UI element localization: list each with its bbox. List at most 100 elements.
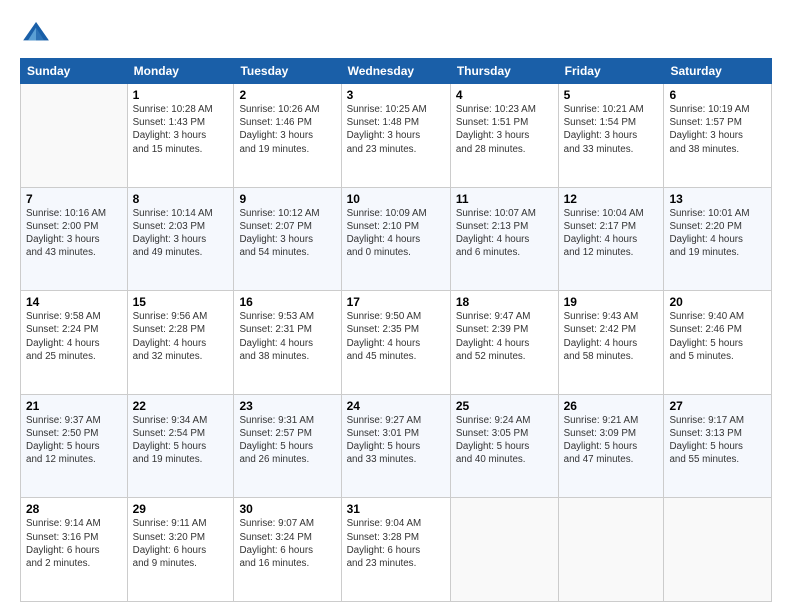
calendar-dow-friday: Friday xyxy=(558,59,664,84)
day-info: Sunrise: 9:11 AM Sunset: 3:20 PM Dayligh… xyxy=(133,517,229,570)
header xyxy=(20,18,772,50)
day-info: Sunrise: 10:28 AM Sunset: 1:43 PM Daylig… xyxy=(133,103,229,156)
day-number: 16 xyxy=(239,295,335,309)
calendar-cell: 3Sunrise: 10:25 AM Sunset: 1:48 PM Dayli… xyxy=(341,84,450,188)
calendar-cell: 24Sunrise: 9:27 AM Sunset: 3:01 PM Dayli… xyxy=(341,394,450,498)
calendar-cell: 13Sunrise: 10:01 AM Sunset: 2:20 PM Dayl… xyxy=(664,187,772,291)
day-info: Sunrise: 9:27 AM Sunset: 3:01 PM Dayligh… xyxy=(347,414,445,467)
day-number: 14 xyxy=(26,295,122,309)
calendar-header-row: SundayMondayTuesdayWednesdayThursdayFrid… xyxy=(21,59,772,84)
page: SundayMondayTuesdayWednesdayThursdayFrid… xyxy=(0,0,792,612)
calendar-week-row: 1Sunrise: 10:28 AM Sunset: 1:43 PM Dayli… xyxy=(21,84,772,188)
day-number: 27 xyxy=(669,399,766,413)
day-number: 2 xyxy=(239,88,335,102)
day-info: Sunrise: 10:09 AM Sunset: 2:10 PM Daylig… xyxy=(347,207,445,260)
calendar-cell: 17Sunrise: 9:50 AM Sunset: 2:35 PM Dayli… xyxy=(341,291,450,395)
day-number: 21 xyxy=(26,399,122,413)
logo-icon xyxy=(20,18,52,50)
calendar-week-row: 14Sunrise: 9:58 AM Sunset: 2:24 PM Dayli… xyxy=(21,291,772,395)
calendar-cell: 21Sunrise: 9:37 AM Sunset: 2:50 PM Dayli… xyxy=(21,394,128,498)
calendar-dow-sunday: Sunday xyxy=(21,59,128,84)
calendar-dow-monday: Monday xyxy=(127,59,234,84)
day-number: 15 xyxy=(133,295,229,309)
day-number: 22 xyxy=(133,399,229,413)
calendar-cell xyxy=(558,498,664,602)
day-info: Sunrise: 9:14 AM Sunset: 3:16 PM Dayligh… xyxy=(26,517,122,570)
calendar-cell: 22Sunrise: 9:34 AM Sunset: 2:54 PM Dayli… xyxy=(127,394,234,498)
day-number: 13 xyxy=(669,192,766,206)
day-number: 7 xyxy=(26,192,122,206)
day-number: 24 xyxy=(347,399,445,413)
day-info: Sunrise: 9:43 AM Sunset: 2:42 PM Dayligh… xyxy=(564,310,659,363)
day-info: Sunrise: 9:24 AM Sunset: 3:05 PM Dayligh… xyxy=(456,414,553,467)
calendar-dow-thursday: Thursday xyxy=(450,59,558,84)
day-number: 6 xyxy=(669,88,766,102)
calendar-cell xyxy=(21,84,128,188)
day-number: 28 xyxy=(26,502,122,516)
day-number: 29 xyxy=(133,502,229,516)
day-info: Sunrise: 10:01 AM Sunset: 2:20 PM Daylig… xyxy=(669,207,766,260)
calendar-cell: 30Sunrise: 9:07 AM Sunset: 3:24 PM Dayli… xyxy=(234,498,341,602)
day-number: 17 xyxy=(347,295,445,309)
day-info: Sunrise: 9:47 AM Sunset: 2:39 PM Dayligh… xyxy=(456,310,553,363)
day-info: Sunrise: 10:04 AM Sunset: 2:17 PM Daylig… xyxy=(564,207,659,260)
calendar-week-row: 7Sunrise: 10:16 AM Sunset: 2:00 PM Dayli… xyxy=(21,187,772,291)
day-info: Sunrise: 9:17 AM Sunset: 3:13 PM Dayligh… xyxy=(669,414,766,467)
day-info: Sunrise: 10:19 AM Sunset: 1:57 PM Daylig… xyxy=(669,103,766,156)
calendar-cell: 25Sunrise: 9:24 AM Sunset: 3:05 PM Dayli… xyxy=(450,394,558,498)
calendar-cell xyxy=(450,498,558,602)
day-number: 18 xyxy=(456,295,553,309)
logo xyxy=(20,18,56,50)
calendar-cell: 16Sunrise: 9:53 AM Sunset: 2:31 PM Dayli… xyxy=(234,291,341,395)
day-info: Sunrise: 9:37 AM Sunset: 2:50 PM Dayligh… xyxy=(26,414,122,467)
calendar-cell: 26Sunrise: 9:21 AM Sunset: 3:09 PM Dayli… xyxy=(558,394,664,498)
calendar-cell: 11Sunrise: 10:07 AM Sunset: 2:13 PM Dayl… xyxy=(450,187,558,291)
calendar-cell: 19Sunrise: 9:43 AM Sunset: 2:42 PM Dayli… xyxy=(558,291,664,395)
day-info: Sunrise: 9:58 AM Sunset: 2:24 PM Dayligh… xyxy=(26,310,122,363)
calendar-cell: 10Sunrise: 10:09 AM Sunset: 2:10 PM Dayl… xyxy=(341,187,450,291)
day-info: Sunrise: 10:16 AM Sunset: 2:00 PM Daylig… xyxy=(26,207,122,260)
calendar-cell: 31Sunrise: 9:04 AM Sunset: 3:28 PM Dayli… xyxy=(341,498,450,602)
calendar-cell: 5Sunrise: 10:21 AM Sunset: 1:54 PM Dayli… xyxy=(558,84,664,188)
calendar-cell: 6Sunrise: 10:19 AM Sunset: 1:57 PM Dayli… xyxy=(664,84,772,188)
calendar-cell: 14Sunrise: 9:58 AM Sunset: 2:24 PM Dayli… xyxy=(21,291,128,395)
day-number: 3 xyxy=(347,88,445,102)
day-info: Sunrise: 10:23 AM Sunset: 1:51 PM Daylig… xyxy=(456,103,553,156)
calendar-cell: 2Sunrise: 10:26 AM Sunset: 1:46 PM Dayli… xyxy=(234,84,341,188)
calendar-cell: 20Sunrise: 9:40 AM Sunset: 2:46 PM Dayli… xyxy=(664,291,772,395)
calendar-cell: 28Sunrise: 9:14 AM Sunset: 3:16 PM Dayli… xyxy=(21,498,128,602)
day-info: Sunrise: 10:21 AM Sunset: 1:54 PM Daylig… xyxy=(564,103,659,156)
day-info: Sunrise: 10:12 AM Sunset: 2:07 PM Daylig… xyxy=(239,207,335,260)
day-info: Sunrise: 9:34 AM Sunset: 2:54 PM Dayligh… xyxy=(133,414,229,467)
calendar-cell: 8Sunrise: 10:14 AM Sunset: 2:03 PM Dayli… xyxy=(127,187,234,291)
calendar-dow-wednesday: Wednesday xyxy=(341,59,450,84)
day-info: Sunrise: 10:26 AM Sunset: 1:46 PM Daylig… xyxy=(239,103,335,156)
day-info: Sunrise: 10:07 AM Sunset: 2:13 PM Daylig… xyxy=(456,207,553,260)
day-number: 20 xyxy=(669,295,766,309)
calendar-cell: 29Sunrise: 9:11 AM Sunset: 3:20 PM Dayli… xyxy=(127,498,234,602)
day-info: Sunrise: 9:53 AM Sunset: 2:31 PM Dayligh… xyxy=(239,310,335,363)
day-number: 9 xyxy=(239,192,335,206)
day-info: Sunrise: 9:56 AM Sunset: 2:28 PM Dayligh… xyxy=(133,310,229,363)
calendar-cell: 7Sunrise: 10:16 AM Sunset: 2:00 PM Dayli… xyxy=(21,187,128,291)
calendar-cell: 1Sunrise: 10:28 AM Sunset: 1:43 PM Dayli… xyxy=(127,84,234,188)
day-number: 12 xyxy=(564,192,659,206)
calendar-week-row: 21Sunrise: 9:37 AM Sunset: 2:50 PM Dayli… xyxy=(21,394,772,498)
day-number: 1 xyxy=(133,88,229,102)
calendar-cell xyxy=(664,498,772,602)
day-number: 11 xyxy=(456,192,553,206)
day-number: 4 xyxy=(456,88,553,102)
day-number: 30 xyxy=(239,502,335,516)
day-number: 25 xyxy=(456,399,553,413)
day-info: Sunrise: 9:21 AM Sunset: 3:09 PM Dayligh… xyxy=(564,414,659,467)
day-info: Sunrise: 10:25 AM Sunset: 1:48 PM Daylig… xyxy=(347,103,445,156)
calendar-table: SundayMondayTuesdayWednesdayThursdayFrid… xyxy=(20,58,772,602)
calendar-cell: 23Sunrise: 9:31 AM Sunset: 2:57 PM Dayli… xyxy=(234,394,341,498)
day-info: Sunrise: 9:31 AM Sunset: 2:57 PM Dayligh… xyxy=(239,414,335,467)
calendar-cell: 12Sunrise: 10:04 AM Sunset: 2:17 PM Dayl… xyxy=(558,187,664,291)
day-number: 19 xyxy=(564,295,659,309)
calendar-cell: 15Sunrise: 9:56 AM Sunset: 2:28 PM Dayli… xyxy=(127,291,234,395)
day-number: 31 xyxy=(347,502,445,516)
calendar-cell: 18Sunrise: 9:47 AM Sunset: 2:39 PM Dayli… xyxy=(450,291,558,395)
day-number: 26 xyxy=(564,399,659,413)
